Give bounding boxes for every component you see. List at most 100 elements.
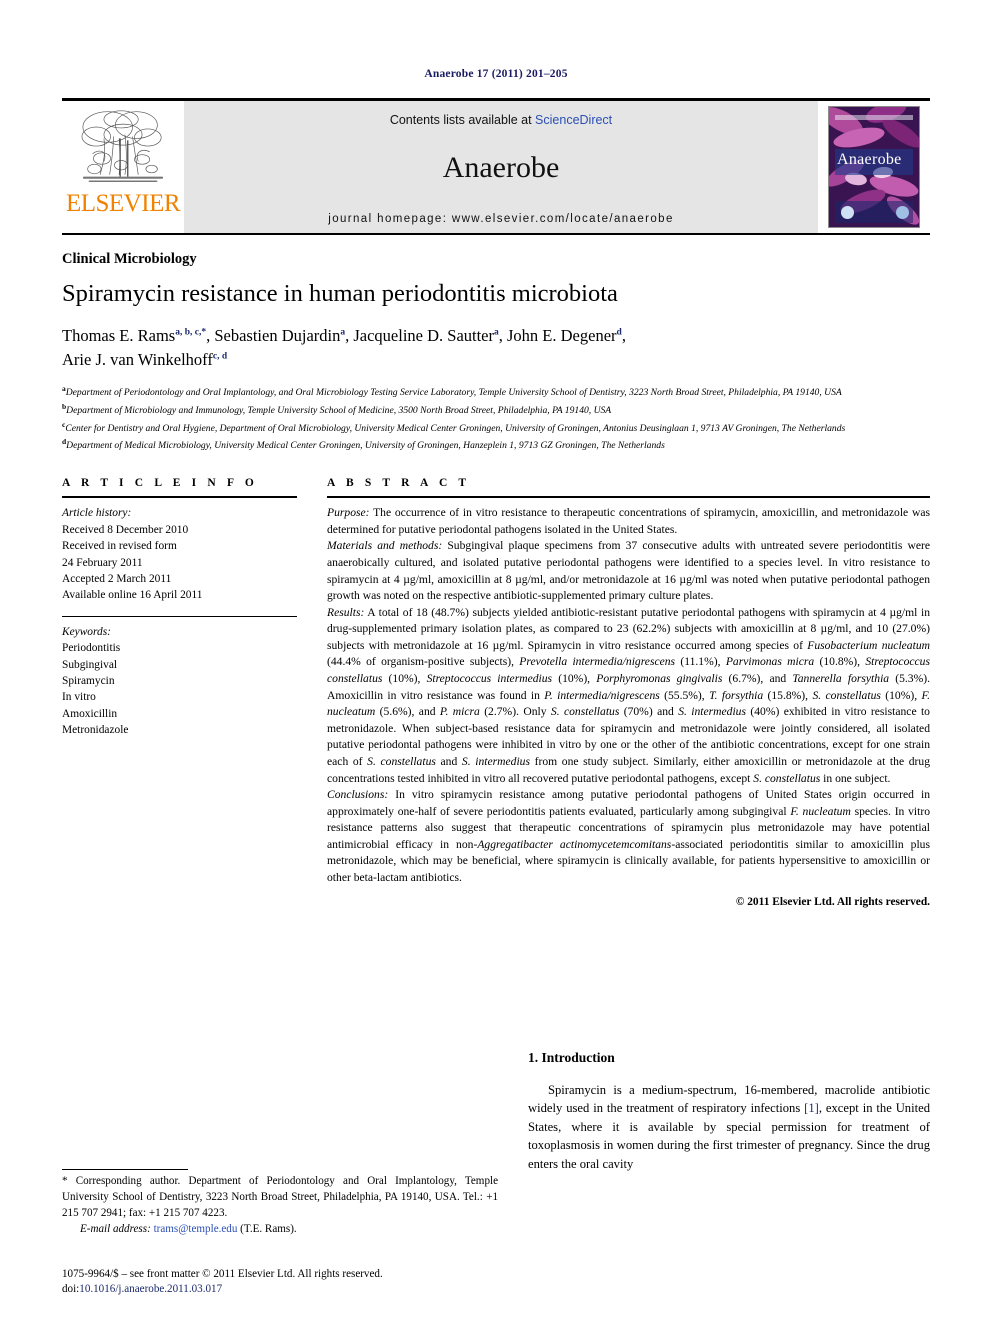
species-name: F. nucleatum (790, 804, 851, 818)
abstract-methods-label: Materials and methods: (327, 539, 443, 553)
author-affiliation-marks: a, b, c,* (175, 327, 207, 338)
divider (327, 496, 930, 499)
abstract-results-text: (11.1%), (675, 655, 726, 669)
abstract-results-text: in one subject. (820, 771, 891, 785)
corresponding-author-text: Corresponding author. Department of Peri… (62, 1175, 498, 1219)
abstract-column: A B S T R A C T Purpose: The occurrence … (327, 477, 930, 908)
introduction-column: 1. Introduction Spiramycin is a medium-s… (528, 1050, 930, 1280)
author-item: Sebastien Dujardina, (214, 326, 353, 345)
species-name: S. intermedius (678, 705, 746, 719)
divider (62, 496, 297, 499)
species-name: Aggregatibacter actinomycetemcomitans (477, 837, 672, 851)
species-name: S. constellatus (550, 705, 620, 719)
journal-cover-thumbnail: Anaerobe (828, 106, 920, 228)
author-separator: , (498, 326, 508, 346)
species-name: Prevotella intermedia/nigrescens (519, 655, 676, 669)
issn-copyright-block: 1075-9964/$ – see front matter © 2011 El… (62, 1267, 498, 1299)
journal-cover-thumbnail-wrap: Anaerobe (818, 101, 930, 233)
introduction-paragraph: Spiramycin is a medium-spectrum, 16-memb… (528, 1081, 930, 1173)
affiliation-item: bDepartment of Microbiology and Immunolo… (62, 401, 930, 419)
keyword-item: Periodontitis (62, 642, 121, 655)
abstract-results-text: (10%), (382, 672, 427, 686)
page-title: Spiramycin resistance in human periodont… (62, 280, 618, 307)
keywords-block: Keywords: Periodontitis Subgingival Spir… (62, 624, 297, 739)
species-name: P. intermedia/nigrescens (544, 688, 660, 702)
author-item: Arie J. van Winkelhoffc, d (62, 350, 227, 369)
abstract-results-text: (5.6%), and (375, 705, 440, 719)
abstract-results-text: (44.4% of organism-positive subjects), (327, 655, 520, 669)
abstract-results-text: (55.5%), (659, 688, 710, 702)
elsevier-wordmark: ELSEVIER (65, 190, 181, 217)
species-name: Porphyromonas gingivalis (596, 672, 723, 686)
cover-society-logo-left-icon (841, 206, 854, 219)
abstract-copyright: © 2011 Elsevier Ltd. All rights reserved… (735, 895, 930, 908)
species-name: T. forsythia (709, 688, 764, 702)
email-line: E-mail address: trams@temple.edu (T.E. R… (62, 1222, 498, 1238)
author-name: Sebastien Dujardin (214, 326, 341, 346)
author-item: Thomas E. Ramsa, b, c,*, (62, 326, 214, 345)
species-name: Tannerella forsythia (792, 672, 890, 686)
footnote-text: * Corresponding author. Department of Pe… (62, 1174, 498, 1238)
abstract-results-text: and (435, 754, 462, 768)
abstract-purpose-text: The occurrence of in vitro resistance to… (327, 506, 930, 536)
keyword-item: Subgingival (62, 658, 118, 671)
author-affiliation-marks: c, d (212, 351, 228, 362)
species-name: S. constellatus (367, 754, 436, 768)
species-name: S. constellatus (753, 771, 821, 785)
page-bottom-columns: * Corresponding author. Department of Pe… (62, 1050, 930, 1295)
species-name: Parvimonas micra (725, 655, 815, 669)
keywords-label: Keywords: (62, 625, 111, 638)
doi-link[interactable]: 10.1016/j.anaerobe.2011.03.017 (79, 1283, 222, 1295)
abstract-results-text: (10.8%), (814, 655, 866, 669)
contents-prefix: Contents lists available at (389, 113, 536, 127)
author-name: Thomas E. Rams (62, 326, 176, 346)
author-list: Thomas E. Ramsa, b, c,*, Sebastien Dujar… (62, 324, 930, 372)
article-history-block: Article history: Received 8 December 201… (62, 505, 297, 604)
footnote-column: * Corresponding author. Department of Pe… (62, 1050, 498, 1295)
affiliation-item: cCenter for Dentistry and Oral Hygiene, … (62, 419, 930, 437)
divider (62, 615, 297, 617)
article-history-item: 24 February 2011 (62, 556, 143, 569)
author-name: Arie J. van Winkelhoff (62, 350, 213, 370)
species-name: Fusobacterium nucleatum (807, 638, 930, 652)
keyword-item: Metronidazole (62, 724, 129, 737)
journal-homepage-link[interactable]: journal homepage: www.elsevier.com/locat… (328, 213, 674, 225)
running-head: Anaerobe 17 (2011) 201–205 (424, 68, 568, 80)
species-name: Streptococcus intermedius (426, 672, 553, 686)
cover-society-logo-right-icon (896, 206, 909, 219)
abstract-paragraph-methods: Materials and methods: Subgingival plaqu… (327, 538, 930, 604)
species-name: S. intermedius (461, 754, 530, 768)
journal-masthead: ELSEVIER Contents lists available at Sci… (62, 98, 930, 235)
journal-section-label: Clinical Microbiology (62, 251, 197, 267)
email-suffix: (T.E. Rams). (237, 1223, 297, 1236)
reference-link[interactable]: [1] (804, 1101, 819, 1115)
affiliation-text: Department of Medical Microbiology, Univ… (66, 440, 665, 452)
article-history-item: Received 8 December 2010 (62, 523, 189, 536)
masthead-center: Contents lists available at ScienceDirec… (184, 101, 818, 233)
author-name: Jacqueline D. Sautter (353, 326, 495, 346)
journal-article-page: Anaerobe 17 (2011) 201–205 ELSEVIER Cont… (0, 0, 992, 1323)
keyword-item: In vitro (62, 691, 96, 704)
author-item: Jacqueline D. Sauttera, (353, 326, 507, 345)
abstract-results-label: Results: (327, 605, 365, 619)
info-abstract-row: A R T I C L E I N F O Article history: R… (62, 477, 930, 908)
abstract-results-text: (15.8%), (763, 688, 813, 702)
abstract-purpose-label: Purpose: (327, 506, 370, 520)
abstract-results-text: (2.7%). Only (479, 705, 551, 719)
abstract-results-text: (70%) and (619, 705, 679, 719)
article-history-item: Received in revised form (62, 540, 177, 553)
abstract-results-text: (10%), (552, 672, 597, 686)
abstract-paragraph-results: Results: A total of 18 (48.7%) subjects … (327, 605, 930, 787)
article-history-item: Accepted 2 March 2011 (62, 572, 172, 585)
article-history-item: Available online 16 April 2011 (62, 589, 203, 602)
abstract-heading: A B S T R A C T (327, 477, 471, 490)
article-history-label: Article history: (62, 507, 132, 520)
affiliation-text: Department of Microbiology and Immunolog… (66, 405, 612, 417)
abstract-results-text: (10%), (880, 688, 922, 702)
sciencedirect-link[interactable]: ScienceDirect (535, 113, 612, 127)
keyword-item: Amoxicillin (62, 707, 118, 720)
affiliation-list: aDepartment of Periodontology and Oral I… (62, 383, 930, 454)
author-name: John E. Degener (507, 326, 617, 346)
email-link[interactable]: trams@temple.edu (154, 1223, 238, 1235)
elsevier-logo: ELSEVIER (62, 101, 184, 233)
